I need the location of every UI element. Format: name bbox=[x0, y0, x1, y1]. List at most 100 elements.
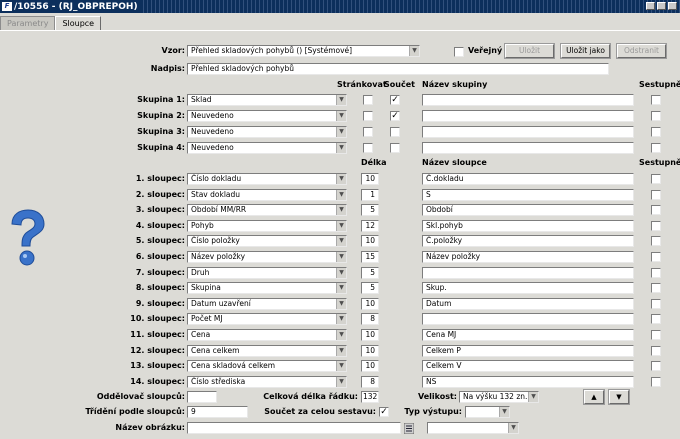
trideni-input[interactable]: 9 bbox=[187, 406, 248, 418]
chevron-down-icon[interactable]: ▼ bbox=[508, 423, 518, 433]
sestupne-column-checkbox[interactable] bbox=[651, 298, 661, 309]
strankovat-checkbox[interactable] bbox=[363, 143, 373, 153]
column-select[interactable]: Stav dokladu ▼ bbox=[187, 188, 347, 201]
nadpis-input[interactable]: Přehled skladových pohybů bbox=[187, 63, 609, 75]
soucet-sestavy-checkbox[interactable]: ✓ bbox=[379, 407, 389, 417]
column-name-input[interactable] bbox=[422, 313, 634, 326]
delka-input[interactable]: 15 bbox=[361, 251, 379, 263]
column-select[interactable]: Číslo dokladu ▼ bbox=[187, 173, 347, 185]
sestupne-group-checkbox[interactable] bbox=[651, 111, 661, 121]
group-name-input[interactable] bbox=[422, 94, 634, 106]
delka-input[interactable]: 12 bbox=[361, 219, 379, 232]
chevron-down-icon[interactable]: ▼ bbox=[499, 407, 509, 417]
sestupne-column-checkbox[interactable] bbox=[651, 345, 661, 356]
column-name-input[interactable]: Období bbox=[422, 204, 634, 217]
group-select[interactable]: Neuvedeno ▼ bbox=[187, 110, 347, 122]
column-name-input[interactable]: Skl.pohyb bbox=[422, 219, 634, 232]
extra-select[interactable]: ▼ bbox=[427, 422, 519, 434]
column-name-input[interactable]: Datum bbox=[422, 297, 634, 310]
chevron-down-icon[interactable]: ▼ bbox=[336, 111, 346, 121]
group-select[interactable]: Neuvedeno ▼ bbox=[187, 142, 347, 154]
chevron-down-icon[interactable]: ▼ bbox=[336, 189, 346, 200]
chevron-down-icon[interactable]: ▼ bbox=[336, 298, 346, 309]
sestupne-column-checkbox[interactable] bbox=[651, 330, 661, 340]
soucet-checkbox[interactable] bbox=[390, 127, 400, 137]
minimize-button[interactable] bbox=[646, 2, 655, 10]
sestupne-column-checkbox[interactable] bbox=[651, 189, 661, 200]
sestupne-column-checkbox[interactable] bbox=[651, 267, 661, 278]
chevron-down-icon[interactable]: ▼ bbox=[336, 252, 346, 262]
column-select[interactable]: Číslo položky ▼ bbox=[187, 235, 347, 248]
close-button[interactable] bbox=[668, 2, 677, 10]
group-select[interactable]: Neuvedeno ▼ bbox=[187, 126, 347, 138]
group-select[interactable]: Sklad ▼ bbox=[187, 94, 347, 106]
delka-input[interactable]: 5 bbox=[361, 282, 379, 295]
sestupne-group-checkbox[interactable] bbox=[651, 143, 661, 153]
sestupne-column-checkbox[interactable] bbox=[651, 283, 661, 294]
chevron-down-icon[interactable]: ▼ bbox=[336, 174, 346, 184]
ulozit-jako-button[interactable]: Uložit jako bbox=[560, 43, 611, 59]
sestupne-column-checkbox[interactable] bbox=[651, 205, 661, 216]
column-name-input[interactable]: Č.položky bbox=[422, 235, 634, 248]
delka-input[interactable]: 10 bbox=[361, 235, 379, 248]
delka-input[interactable]: 8 bbox=[361, 375, 379, 388]
column-name-input[interactable]: Celkem P bbox=[422, 344, 634, 357]
delka-input[interactable]: 1 bbox=[361, 188, 379, 201]
group-name-input[interactable] bbox=[422, 142, 634, 154]
chevron-down-icon[interactable]: ▼ bbox=[336, 205, 346, 216]
column-select[interactable]: Cena ▼ bbox=[187, 329, 347, 341]
column-name-input[interactable]: Skup. bbox=[422, 282, 634, 295]
list-picker-icon[interactable] bbox=[404, 423, 414, 434]
chevron-down-icon[interactable]: ▼ bbox=[528, 392, 538, 402]
column-name-input[interactable]: Cena MJ bbox=[422, 329, 634, 341]
chevron-down-icon[interactable]: ▼ bbox=[336, 220, 346, 231]
chevron-down-icon[interactable]: ▼ bbox=[336, 314, 346, 325]
velikost-select[interactable]: Na výšku 132 zn. ▼ bbox=[459, 391, 539, 403]
column-name-input[interactable]: S bbox=[422, 188, 634, 201]
soucet-checkbox[interactable]: ✓ bbox=[390, 111, 400, 121]
arrow-down-icon[interactable]: ▼ bbox=[608, 389, 630, 405]
tab-parametry[interactable]: Parametry bbox=[0, 16, 56, 30]
delka-input[interactable]: 10 bbox=[361, 360, 379, 373]
column-select[interactable]: Počet MJ ▼ bbox=[187, 313, 347, 326]
verejny-checkbox[interactable] bbox=[454, 47, 464, 57]
column-select[interactable]: Název položky ▼ bbox=[187, 251, 347, 263]
column-select[interactable]: Období MM/RR ▼ bbox=[187, 204, 347, 217]
strankovat-checkbox[interactable] bbox=[363, 95, 373, 105]
sestupne-column-checkbox[interactable] bbox=[651, 252, 661, 262]
chevron-down-icon[interactable]: ▼ bbox=[336, 361, 346, 372]
sestupne-column-checkbox[interactable] bbox=[651, 361, 661, 372]
delka-input[interactable]: 8 bbox=[361, 313, 379, 326]
delka-input[interactable]: 5 bbox=[361, 266, 379, 279]
delka-input[interactable]: 10 bbox=[361, 344, 379, 357]
column-name-input[interactable] bbox=[422, 266, 634, 279]
delka-input[interactable]: 10 bbox=[361, 297, 379, 310]
column-name-input[interactable]: Celkem V bbox=[422, 360, 634, 373]
vzor-select[interactable]: Přehled skladových pohybů () [Systémové]… bbox=[187, 45, 420, 57]
chevron-down-icon[interactable]: ▼ bbox=[336, 127, 346, 137]
odstranit-button[interactable]: Odstranit bbox=[616, 43, 667, 59]
maximize-button[interactable] bbox=[657, 2, 666, 10]
sestupne-column-checkbox[interactable] bbox=[651, 236, 661, 247]
column-select[interactable]: Cena skladová celkem ▼ bbox=[187, 360, 347, 373]
chevron-down-icon[interactable]: ▼ bbox=[336, 95, 346, 105]
column-select[interactable]: Datum uzavření ▼ bbox=[187, 297, 347, 310]
chevron-down-icon[interactable]: ▼ bbox=[336, 376, 346, 387]
group-name-input[interactable] bbox=[422, 126, 634, 138]
column-select[interactable]: Druh ▼ bbox=[187, 266, 347, 279]
sestupne-column-checkbox[interactable] bbox=[651, 314, 661, 325]
chevron-down-icon[interactable]: ▼ bbox=[336, 236, 346, 247]
strankovat-checkbox[interactable] bbox=[363, 127, 373, 137]
column-name-input[interactable]: Č.dokladu bbox=[422, 173, 634, 185]
chevron-down-icon[interactable]: ▼ bbox=[336, 330, 346, 340]
ulozit-button[interactable]: Uložit bbox=[504, 43, 555, 59]
column-select[interactable]: Pohyb ▼ bbox=[187, 219, 347, 232]
sestupne-column-checkbox[interactable] bbox=[651, 174, 661, 184]
group-name-input[interactable] bbox=[422, 110, 634, 122]
delka-input[interactable]: 5 bbox=[361, 204, 379, 217]
chevron-down-icon[interactable]: ▼ bbox=[336, 143, 346, 153]
chevron-down-icon[interactable]: ▼ bbox=[336, 345, 346, 356]
tab-sloupce[interactable]: Sloupce bbox=[55, 16, 102, 31]
delka-input[interactable]: 10 bbox=[361, 173, 379, 185]
oddelovac-input[interactable] bbox=[187, 391, 217, 403]
